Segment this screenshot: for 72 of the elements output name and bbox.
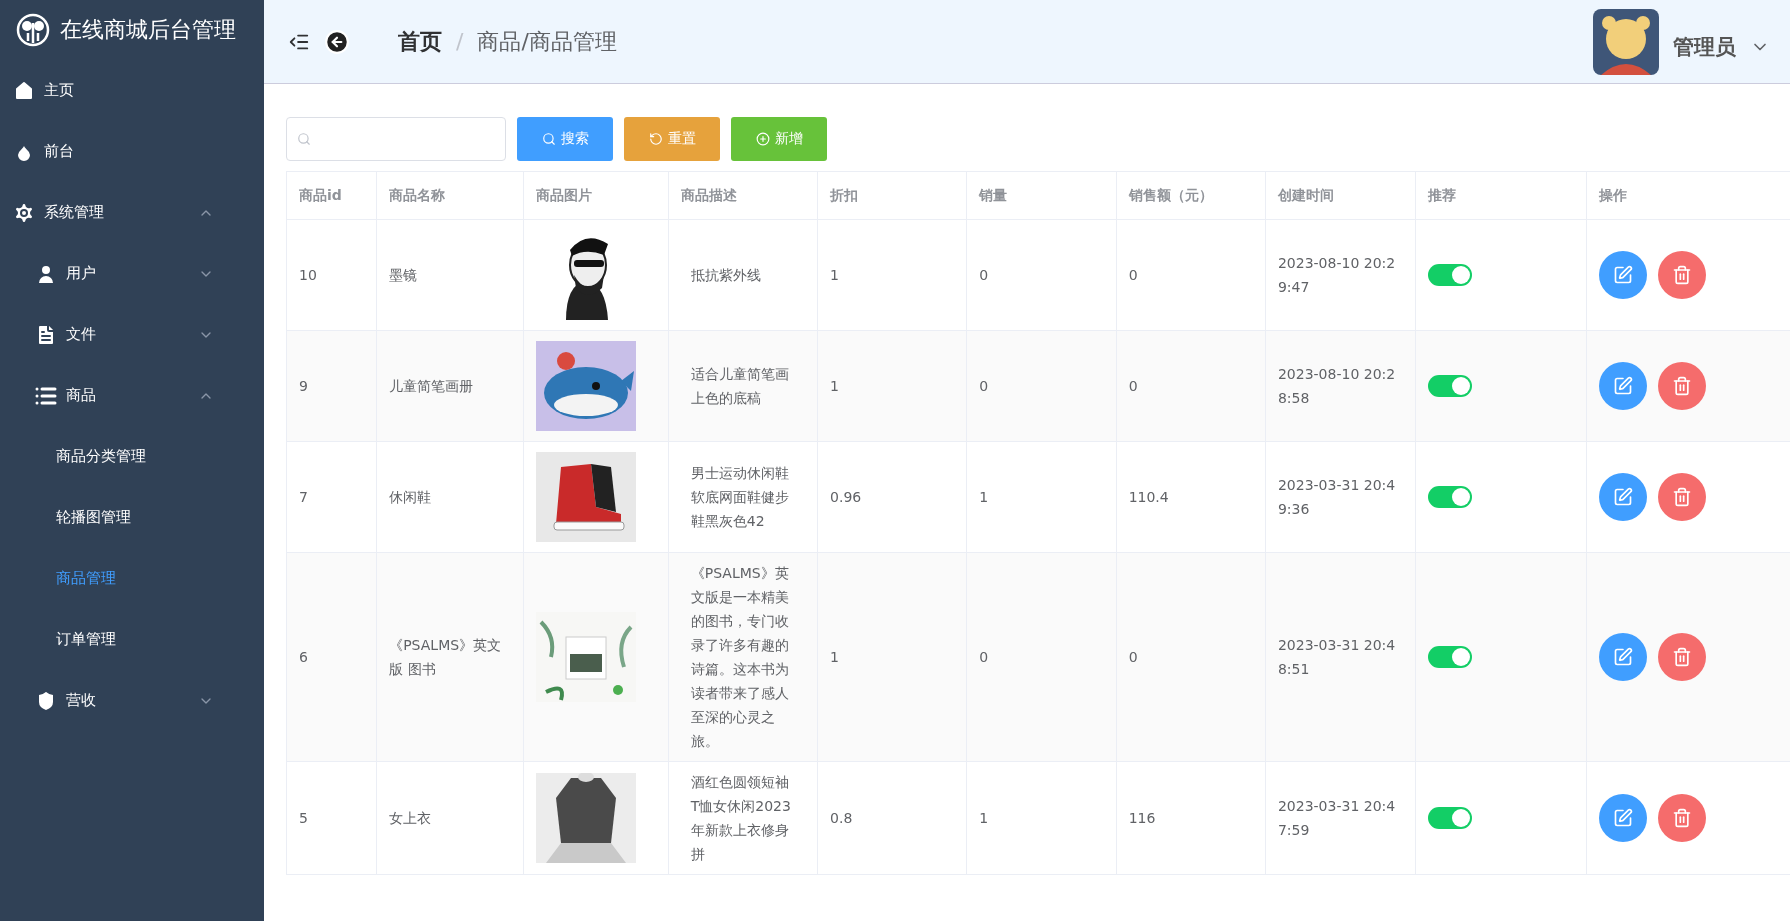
column-header: 创建时间 [1265,171,1416,220]
table-cell: 酒红色圆领短袖T恤女休闲2023年新款上衣修身拼 [668,761,818,875]
breadcrumb-item[interactable]: 首页 [398,26,442,57]
table-cell: 0 [1116,330,1266,442]
table-cell: 1 [966,441,1117,553]
column-header: 商品id [286,171,377,220]
column-header: 推荐 [1415,171,1587,220]
table-cell: 0 [966,552,1117,762]
table-cell: 男士运动休闲鞋软底网面鞋健步鞋黑灰色42 [668,441,818,553]
column-header: 销售额（元） [1116,171,1266,220]
table-cell: 7 [286,441,377,553]
table-cell: 1 [817,330,967,442]
sidebar-item[interactable]: 文件 [0,304,264,365]
table-cell: 10 [286,219,377,331]
table-cell: 适合儿童简笔画上色的底稿 [668,330,818,442]
table-cell: 休闲鞋 [376,441,524,553]
table-cell: 1 [817,219,967,331]
sidebar-label: 系统管理 [44,203,104,222]
table-cell: 《PSALMS》英文版是一本精美的图书，专门收录了许多有趣的诗篇。这本书为读者带来了感人至深的心灵之旅。 [668,552,818,762]
app-title: 在线商城后台管理 [60,16,236,44]
table-cell: 0 [1116,552,1266,762]
table-cell: 2023-08-10 20:29:47 [1265,219,1416,331]
column-header: 销量 [966,171,1117,220]
table-cell: 0 [1116,219,1266,331]
table-cell: 116 [1116,761,1266,875]
table-cell: 《PSALMS》英文版 图书 [376,552,524,762]
breadcrumb-separator: / [456,29,464,54]
table-cell: 110.4 [1116,441,1266,553]
sidebar-label: 轮播图管理 [56,508,131,527]
sidebar-label: 订单管理 [56,630,116,649]
table-cell: 2023-03-31 20:47:59 [1265,761,1416,875]
sidebar-item[interactable]: 主页 [0,60,264,121]
sidebar-label: 用户 [66,264,96,283]
sidebar-label: 前台 [44,142,74,161]
sidebar-item[interactable]: 系统管理 [0,182,264,243]
user-name[interactable]: 管理员 [1673,32,1736,61]
sidebar-label: 商品管理 [56,569,116,588]
sidebar-label: 商品 [66,386,96,405]
table-cell: 2023-03-31 20:48:51 [1265,552,1416,762]
sidebar-item[interactable]: 商品分类管理 [0,426,264,487]
column-header: 商品图片 [523,171,669,220]
sidebar-label: 商品分类管理 [56,447,146,466]
column-header: 商品描述 [668,171,818,220]
table-cell: 0 [966,219,1117,331]
table-cell: 女上衣 [376,761,524,875]
sidebar-item[interactable]: 商品 [0,365,264,426]
sidebar-item[interactable]: 前台 [0,121,264,182]
table-cell: 2023-03-31 20:49:36 [1265,441,1416,553]
table-cell: 儿童简笔画册 [376,330,524,442]
table-cell: 6 [286,552,377,762]
table-cell: 0 [966,330,1117,442]
table-cell: 0.8 [817,761,967,875]
column-header: 操作 [1586,171,1790,220]
column-header: 商品名称 [376,171,524,220]
table-cell: 1 [817,552,967,762]
table-cell: 墨镜 [376,219,524,331]
column-header: 折扣 [817,171,967,220]
table-cell: 抵抗紫外线 [668,219,818,331]
sidebar-label: 主页 [44,81,74,100]
breadcrumb-item[interactable]: 商品/商品管理 [477,26,617,57]
sidebar-item[interactable]: 订单管理 [0,609,264,670]
sidebar-label: 文件 [66,325,96,344]
sidebar-item[interactable]: 轮播图管理 [0,487,264,548]
table-cell: 9 [286,330,377,442]
table-cell: 2023-08-10 20:28:58 [1265,330,1416,442]
table-cell: 5 [286,761,377,875]
sidebar-item[interactable]: 营收 [0,670,264,731]
sidebar-label: 营收 [66,691,96,710]
sidebar-item[interactable]: 商品管理 [0,548,264,609]
sidebar-item[interactable]: 用户 [0,243,264,304]
table-cell: 0.96 [817,441,967,553]
table-cell: 1 [966,761,1117,875]
